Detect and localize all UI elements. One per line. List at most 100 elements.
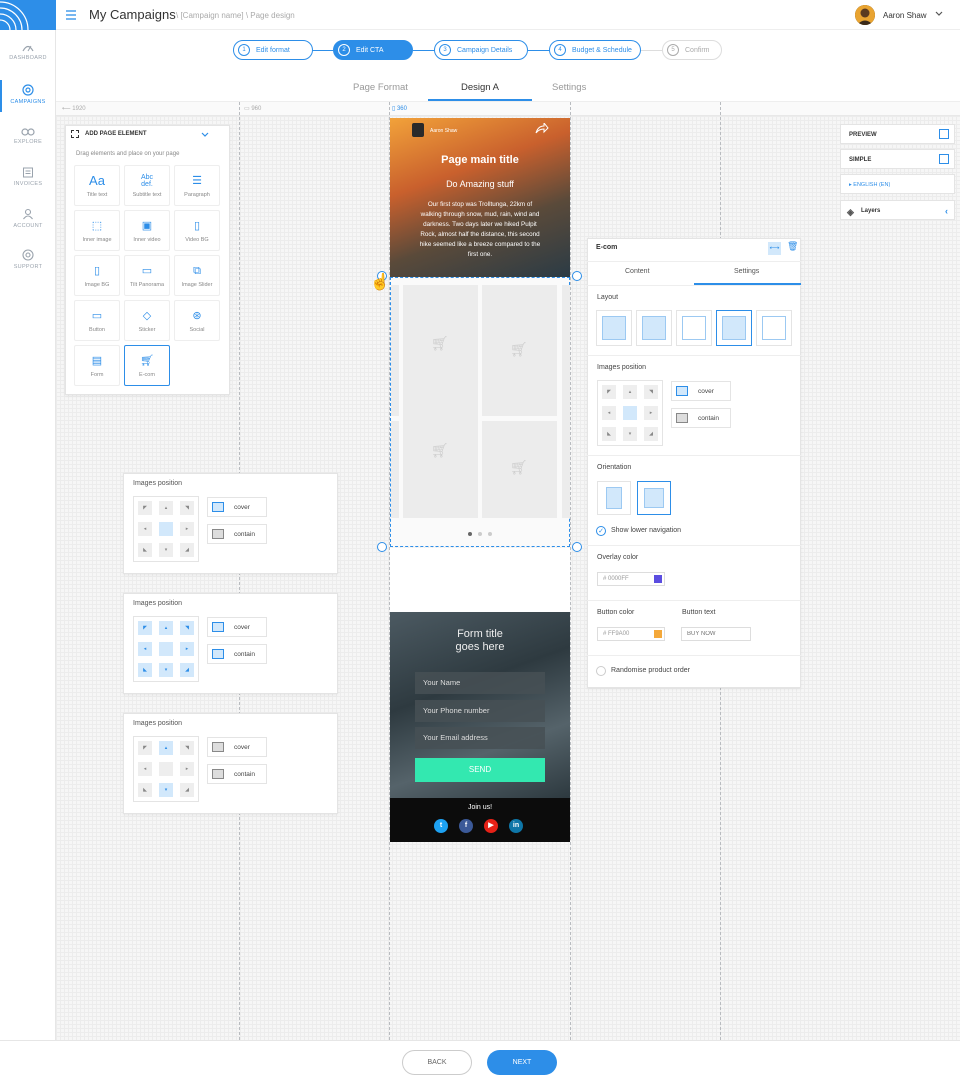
contain-option[interactable]: contain [671,408,731,428]
step-campaign-details[interactable]: 3 Campaign Details [434,40,528,60]
randomise-radio[interactable] [596,666,606,676]
lower-nav-checkbox[interactable]: ✓ [596,526,606,536]
hamburger-menu-icon[interactable] [66,9,76,21]
contain-option[interactable]: contain [207,764,267,784]
position-grid[interactable]: ◤ ▴ ◥ ◂ ▸ ◣ ▾ ◢ [133,736,199,802]
cover-option[interactable]: cover [207,737,267,757]
cover-option[interactable]: cover [207,497,267,517]
linkedin-icon[interactable]: in [509,819,523,833]
pos-top-left[interactable]: ◤ [138,501,152,515]
layout-option-5[interactable] [756,310,792,346]
tab-design-a[interactable]: Design A [461,82,499,93]
button-color-swatch[interactable] [654,630,662,638]
sidebar-item-account[interactable]: ACCOUNT [0,208,56,248]
slider-dot-active[interactable] [468,532,472,536]
pos-bottom-left[interactable]: ◣ [138,543,152,557]
element-button[interactable]: ▭ Button [74,300,120,341]
pos-right[interactable]: ▸ [180,522,194,536]
pos-bottom-right[interactable]: ◢ [180,543,194,557]
resize-handle-tr[interactable] [572,271,582,281]
layout-option-1[interactable] [596,310,632,346]
pos-top-left[interactable]: ◤ [138,741,152,755]
back-button[interactable]: BACK [402,1050,472,1075]
step-edit-cta[interactable]: 2 Edit CTA [333,40,413,60]
preview-button[interactable]: PREVIEW [840,124,955,144]
logo[interactable] [0,0,56,30]
pos-top-right[interactable]: ◥ [180,741,194,755]
pos-bottom-right[interactable]: ◢ [644,427,658,441]
position-grid[interactable]: ◤ ▴ ◥ ◂ ▸ ◣ ▾ ◢ [597,380,663,446]
pos-bottom-left[interactable]: ◣ [602,427,616,441]
element-subtitle-text[interactable]: Abc def. Subtitle text [124,165,170,206]
element-tilt-panorama[interactable]: ▭ Tilt Panorama [124,255,170,296]
sidebar-item-dashboard[interactable]: DASHBOARD [0,42,56,82]
pos-bottom-right[interactable]: ◢ [180,663,194,677]
pos-right[interactable]: ▸ [180,642,194,656]
sidebar-item-invoices[interactable]: INVOICES [0,167,56,207]
resize-handle-br[interactable] [572,542,582,552]
pos-bottom-left[interactable]: ◣ [138,783,152,797]
pos-center[interactable] [159,762,173,776]
next-button[interactable]: NEXT [487,1050,557,1075]
pos-bottom[interactable]: ▾ [159,783,173,797]
pos-top[interactable]: ▴ [623,385,637,399]
pos-top-right[interactable]: ◥ [180,501,194,515]
layout-option-4[interactable] [716,310,752,346]
pos-top-left[interactable]: ◤ [602,385,616,399]
facebook-icon[interactable]: f [459,819,473,833]
avatar[interactable] [855,5,875,25]
pos-bottom[interactable]: ▾ [159,663,173,677]
pos-top[interactable]: ▴ [159,621,173,635]
pos-left[interactable]: ◂ [602,406,616,420]
sidebar-item-explore[interactable]: EXPLORE [0,126,56,166]
chevron-down-icon[interactable] [935,11,943,17]
step-confirm[interactable]: 5 Confirm [662,40,722,60]
pos-left[interactable]: ◂ [138,642,152,656]
trash-icon[interactable]: 🗑︎ [787,241,798,252]
position-grid[interactable]: ◤ ▴ ◥ ◂ ▸ ◣ ▾ ◢ [133,496,199,562]
layout-option-2[interactable] [636,310,672,346]
ruler-960[interactable]: ▭ 960 [244,105,261,112]
share-icon[interactable] [535,123,549,135]
phone-field[interactable]: Your Phone number [415,700,545,722]
youtube-icon[interactable]: ▶ [484,819,498,833]
element-title-text[interactable]: Aa Title text [74,165,120,206]
chevron-down-icon[interactable] [201,132,209,138]
element-inner-video[interactable]: ▣ Inner video [124,210,170,251]
sidebar-item-campaigns[interactable]: CAMPAIGNS [0,80,56,124]
product-card[interactable]: 🛒︎ [482,421,557,518]
tab-content[interactable]: Content [625,268,650,275]
layers-button[interactable]: Layers ◈ ‹ [840,200,955,220]
tab-panel-settings[interactable]: Settings [734,268,759,275]
simple-mode-button[interactable]: SIMPLE [840,149,955,169]
element-paragraph[interactable]: ☰ Paragraph [174,165,220,206]
product-card[interactable]: 🛒︎ [403,387,478,518]
step-budget-schedule[interactable]: 4 Budget & Schedule [549,40,641,60]
pos-center[interactable] [159,642,173,656]
step-edit-format[interactable]: 1 Edit format [233,40,313,60]
spacer-block[interactable] [390,548,570,612]
element-e-com[interactable]: 🛒︎ E-com [124,345,170,386]
pos-top-right[interactable]: ◥ [180,621,194,635]
product-card[interactable]: 🛒︎ [482,285,557,416]
pos-top-right[interactable]: ◥ [644,385,658,399]
ruler-360[interactable]: ▯ 360 [392,105,407,112]
hero-section[interactable]: Aaron Shaw Page main title Do Amazing st… [390,118,570,277]
button-text-input[interactable] [681,627,751,641]
pos-right[interactable]: ▸ [644,406,658,420]
element-image-bg[interactable]: ▯ Image BG [74,255,120,296]
ruler-1920[interactable]: ⟵ 1920 [62,105,86,112]
pos-bottom[interactable]: ▾ [623,427,637,441]
breadcrumb[interactable]: \ [Campaign name] \ Page design [176,11,295,20]
overlay-color-swatch[interactable] [654,575,662,583]
email-field[interactable]: Your Email address [415,727,545,749]
pos-top[interactable]: ▴ [159,501,173,515]
pos-top-left[interactable]: ◤ [138,621,152,635]
name-field[interactable]: Your Name [415,672,545,694]
element-sticker[interactable]: ◇ Sticker [124,300,170,341]
cover-option[interactable]: cover [671,381,731,401]
tab-page-format[interactable]: Page Format [353,82,408,93]
cover-option[interactable]: cover [207,617,267,637]
language-select[interactable]: ▸ ENGLISH (EN) [840,174,955,194]
layout-option-3[interactable] [676,310,712,346]
